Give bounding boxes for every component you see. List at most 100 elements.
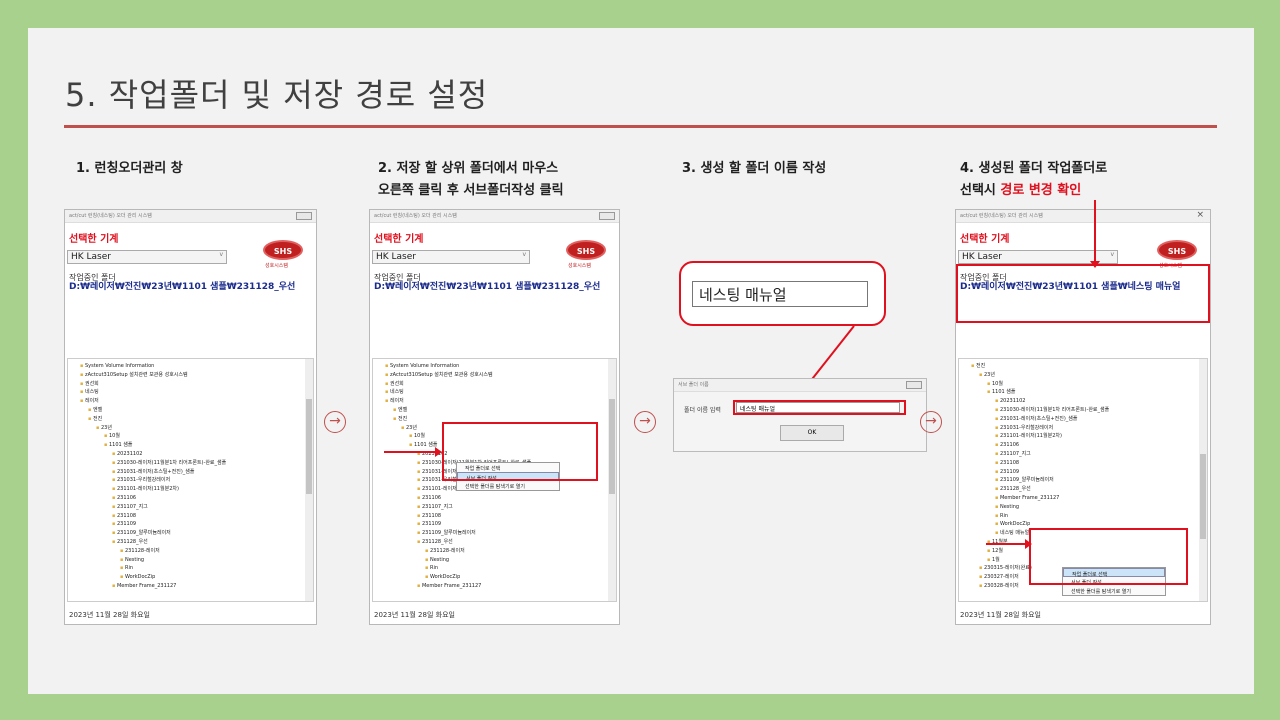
status-date: 2023년 11월 28일 화요일 — [960, 611, 1041, 619]
tree-folder-item[interactable]: 231030-레이저(11월분1차 리어프론트)-완료_샘플 — [112, 460, 226, 467]
tree-folder-item[interactable]: Member Frame_231127 — [995, 495, 1059, 502]
tree-folder-item[interactable]: 231109_알루미늄레이저 — [995, 477, 1054, 484]
tree-folder-item[interactable]: 231109_알루미늄레이저 — [112, 530, 171, 537]
tree-folder-item[interactable]: 231128_우선 — [417, 539, 453, 546]
tree-folder-item[interactable]: Rin — [120, 565, 133, 572]
menu-item-open-explorer[interactable]: 선택한 폴더를 탐색기로 열기 — [457, 481, 559, 490]
tree-folder-item[interactable]: 23년 — [96, 425, 112, 432]
tree-folder-item[interactable]: 전진 — [88, 416, 102, 423]
tree-scrollbar[interactable] — [608, 359, 616, 601]
tree-folder-item[interactable]: System Volume Information — [385, 363, 459, 370]
close-icon[interactable]: × — [1196, 210, 1204, 220]
close-button[interactable] — [599, 212, 615, 220]
folder-name-label: 폴더 이름 입력 — [684, 407, 721, 414]
scroll-thumb[interactable] — [306, 399, 312, 494]
red-arrow-step2 — [384, 447, 442, 457]
tree-folder-item[interactable]: 전진 — [971, 363, 985, 370]
shs-logo: SHS — [566, 240, 606, 260]
close-button[interactable] — [296, 212, 312, 220]
tree-folder-item[interactable]: 엔젤 — [88, 407, 102, 414]
tree-folder-item[interactable]: Rin — [995, 513, 1008, 520]
window-title: act/cut 런칭(네스팅) 오더 관리 시스템 — [960, 213, 1043, 219]
tree-folder-item[interactable]: 230315-레이저(완료) — [979, 565, 1032, 572]
tree-folder-item[interactable]: 231108 — [417, 513, 441, 520]
tree-folder-item[interactable]: 엔젤 — [393, 407, 407, 414]
ok-button[interactable]: OK — [780, 425, 844, 441]
tree-folder-item[interactable]: 231107_지그 — [417, 504, 453, 511]
tree-folder-item[interactable]: 231109_알루미늄레이저 — [417, 530, 476, 537]
tree-folder-item[interactable]: 권선희 — [385, 381, 404, 388]
tree-folder-item[interactable]: 레이저 — [80, 398, 99, 405]
tree-folder-item[interactable]: 231106 — [417, 495, 441, 502]
tree-folder-item[interactable]: 231128-레이저 — [120, 548, 160, 555]
tree-folder-item[interactable]: 1101 샘플 — [104, 442, 133, 449]
tree-scrollbar[interactable] — [1199, 359, 1207, 601]
tree-folder-item[interactable]: 231128_우선 — [112, 539, 148, 546]
tree-folder-item[interactable]: 230327-레이저 — [979, 574, 1019, 581]
tree-folder-item[interactable]: WorkDocZip — [425, 574, 460, 581]
next-arrow-icon: → — [920, 411, 942, 433]
close-button[interactable] — [906, 381, 922, 389]
tree-folder-item[interactable]: 231109 — [995, 469, 1019, 476]
tree-folder-item[interactable]: 전진 — [393, 416, 407, 423]
tree-folder-item[interactable]: 20231102 — [995, 398, 1025, 405]
tree-folder-item[interactable]: 1월 — [987, 557, 1000, 564]
tree-folder-item[interactable]: Nesting — [425, 557, 449, 564]
tree-folder-item[interactable]: Member Frame_231127 — [417, 583, 481, 590]
tree-folder-item[interactable]: zActcut310Setup 설치관련 보관용 성호시스템 — [385, 372, 493, 379]
tree-folder-item[interactable]: 231107_지그 — [995, 451, 1031, 458]
tree-folder-item[interactable]: 231031-레이저(초스틸+전진)_샘플 — [112, 469, 194, 476]
tree-folder-item[interactable]: 231109 — [112, 521, 136, 528]
tree-folder-item[interactable]: zActcut310Setup 설치관련 보관용 성호시스템 — [80, 372, 188, 379]
tree-folder-item[interactable]: 1101 샘플 — [987, 389, 1016, 396]
tree-folder-item[interactable]: Nesting — [995, 504, 1019, 511]
slide: 5. 작업폴더 및 저장 경로 설정 1. 런칭오더관리 창 2. 저장 할 상… — [28, 28, 1254, 694]
tree-folder-item[interactable]: 231109 — [417, 521, 441, 528]
tree-folder-item[interactable]: System Volume Information — [80, 363, 154, 370]
scroll-thumb[interactable] — [1200, 454, 1206, 539]
tree-folder-item[interactable]: 231101-레이저(11월분2차) — [995, 433, 1062, 440]
machine-select[interactable]: HK Laser v — [67, 250, 227, 264]
tree-folder-item[interactable]: 231031-우리철강레이저 — [112, 477, 170, 484]
tree-folder-item[interactable]: 10월 — [104, 433, 120, 440]
tree-folder-item[interactable]: 231106 — [995, 442, 1019, 449]
red-arrow-step4 — [986, 539, 1032, 549]
tree-folder-item[interactable]: 231107_지그 — [112, 504, 148, 511]
chevron-down-icon: v — [522, 251, 526, 258]
tree-folder-item[interactable]: WorkDocZip — [995, 521, 1030, 528]
tree-folder-item[interactable]: 10월 — [409, 433, 425, 440]
tree-folder-item[interactable]: 10월 — [987, 381, 1003, 388]
tree-folder-item[interactable]: 231108 — [995, 460, 1019, 467]
tree-folder-item[interactable]: 20231102 — [112, 451, 142, 458]
tree-folder-item[interactable]: 23년 — [401, 425, 417, 432]
tree-folder-item[interactable]: Rin — [425, 565, 438, 572]
scroll-thumb[interactable] — [609, 399, 615, 494]
tree-folder-item[interactable]: 231128_우선 — [995, 486, 1031, 493]
tree-folder-item[interactable]: 231031-레이저(초스틸+전진)_샘플 — [995, 416, 1077, 423]
tree-folder-item[interactable]: 231031-우리철강레이저 — [995, 425, 1053, 432]
tree-folder-item[interactable]: 1101 샘플 — [409, 442, 438, 449]
tree-folder-item[interactable]: 12월 — [987, 548, 1003, 555]
tree-folder-item[interactable]: 레이저 — [385, 398, 404, 405]
tree-folder-item[interactable]: Member Frame_231127 — [112, 583, 176, 590]
menu-item-open-explorer[interactable]: 선택한 폴더를 탐색기로 열기 — [1063, 586, 1165, 595]
tree-folder-item[interactable]: 네스팅 매뉴얼 — [995, 530, 1029, 537]
tree-folder-item[interactable]: 231128-레이저 — [425, 548, 465, 555]
tree-folder-item[interactable]: 231101-레이저(11월분2차) — [112, 486, 179, 493]
tree-folder-item[interactable]: 23년 — [979, 372, 995, 379]
tree-folder-item[interactable]: 230328-레이저 — [979, 583, 1019, 590]
tree-folder-item[interactable]: 231106 — [112, 495, 136, 502]
callout-name-text: 네스팅 매뉴얼 — [692, 281, 868, 307]
status-date: 2023년 11월 28일 화요일 — [374, 611, 455, 619]
tree-scrollbar[interactable] — [305, 359, 313, 601]
tree-folder-item[interactable]: 네스팅 — [385, 389, 404, 396]
folder-tree[interactable]: System Volume Information zActcut310Setup… — [67, 358, 314, 602]
tree-folder-item[interactable]: 네스팅 — [80, 389, 99, 396]
tree-folder-item[interactable]: 231108 — [112, 513, 136, 520]
machine-select[interactable]: HK Laser v — [372, 250, 530, 264]
tree-folder-item[interactable]: Nesting — [120, 557, 144, 564]
tree-folder-item[interactable]: 231030-레이저(11월분1차 리어프론트)-완료_샘플 — [995, 407, 1109, 414]
tree-folder-item[interactable]: 권선희 — [80, 381, 99, 388]
logo-subtitle: 성호시스템 — [568, 263, 592, 269]
tree-folder-item[interactable]: WorkDocZip — [120, 574, 155, 581]
